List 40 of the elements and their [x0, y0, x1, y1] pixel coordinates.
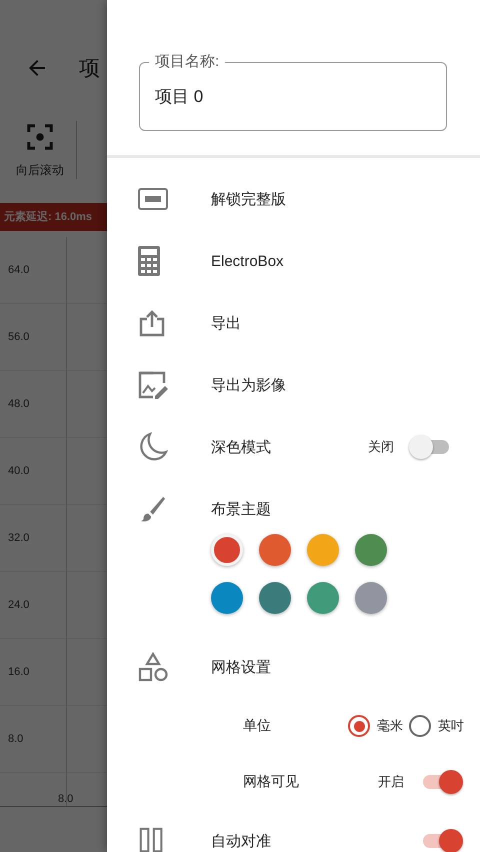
grid-settings-label: 网格设置 [211, 658, 272, 676]
moon-icon [138, 432, 168, 462]
theme-color-swatch[interactable] [211, 534, 243, 566]
axis-label: 48.0 [8, 398, 30, 410]
axis-label: 16.0 [8, 666, 30, 678]
menu-item[interactable]: 导出 [107, 292, 480, 354]
radio-button[interactable] [348, 715, 370, 737]
axis-label: 8.0 [8, 733, 24, 745]
screen-title: 项 [79, 56, 100, 82]
radio-label: 英吋 [438, 717, 464, 735]
theme-color-swatch[interactable] [211, 582, 243, 614]
theme-color-swatch[interactable] [355, 534, 387, 566]
switch-state-text: 开启 [378, 773, 404, 791]
menu-item[interactable]: 导出为影像 [107, 354, 480, 416]
theme-color-swatch[interactable] [307, 582, 339, 614]
theme-color-swatch[interactable] [307, 534, 339, 566]
unit-label: 单位 [243, 717, 272, 735]
switch-state-text: 关闭 [368, 438, 394, 456]
radio-button[interactable] [409, 715, 431, 737]
focus-icon [25, 122, 55, 152]
theme-color-swatch[interactable] [259, 582, 291, 614]
shapes-icon [138, 652, 168, 682]
share-icon [138, 309, 166, 337]
theme-color-swatch[interactable] [259, 534, 291, 566]
grid-visible-label: 网格可见 [243, 773, 300, 791]
menu-item[interactable]: ElectroBox [107, 230, 480, 292]
axis-label: 8.0 [58, 793, 74, 805]
theme-label: 布景主题 [211, 500, 272, 518]
axis-label: 24.0 [8, 599, 30, 611]
axis-label: 56.0 [8, 331, 30, 343]
axis-label: 32.0 [8, 532, 30, 544]
theme-color-swatch[interactable] [355, 582, 387, 614]
dark-mode-label: 深色模式 [211, 438, 272, 456]
axis-label: 64.0 [8, 264, 30, 276]
image-edit-icon [138, 371, 168, 399]
calculator-icon [138, 246, 160, 276]
project-name-field[interactable]: 项目名称: 项目 0 [139, 52, 447, 131]
radio-label: 毫米 [377, 717, 403, 735]
auto-align-label: 自动对准 [211, 832, 272, 850]
axis-label: 40.0 [8, 465, 30, 477]
